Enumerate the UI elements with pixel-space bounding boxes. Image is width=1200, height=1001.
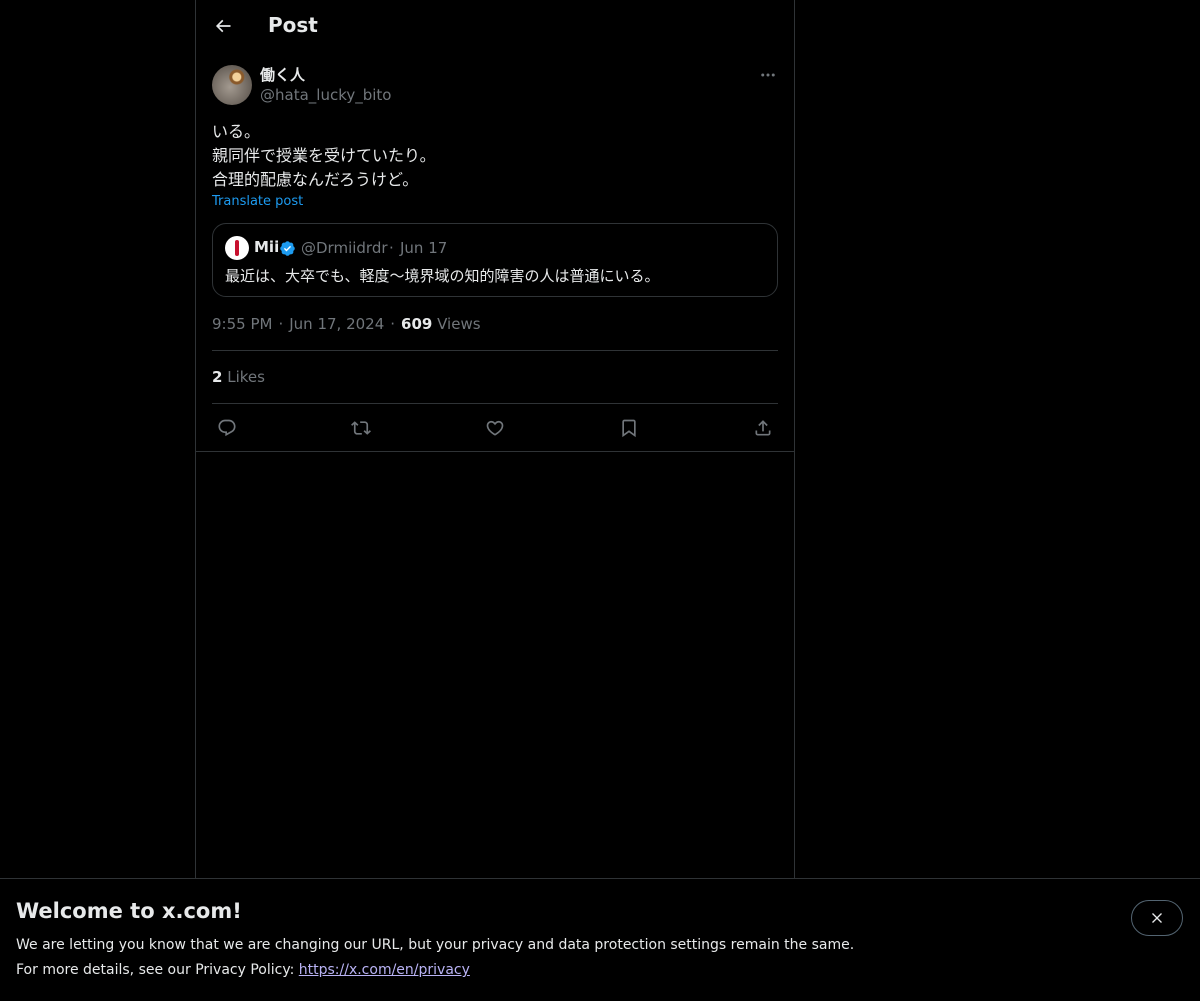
divider	[212, 403, 778, 404]
heart-icon	[486, 420, 504, 436]
arrow-left-icon	[215, 19, 231, 33]
verified-badge-icon	[280, 241, 295, 256]
privacy-policy-link[interactable]: https://x.com/en/privacy	[299, 962, 470, 978]
close-icon	[1152, 913, 1162, 923]
bookmark-button[interactable]	[615, 414, 643, 442]
quote-author-name: Mii	[254, 238, 280, 256]
reply-icon	[218, 419, 236, 437]
likes-label: Likes	[227, 368, 265, 386]
welcome-banner: Welcome to x.com! We are letting you kno…	[0, 878, 1200, 1001]
author-handle[interactable]: @hata_lucky_bito	[260, 86, 391, 104]
quote-author-handle: @Drmiidrdr	[301, 239, 388, 257]
views-label: Views	[437, 315, 481, 333]
reply-button[interactable]	[213, 414, 241, 442]
likes-count: 2	[212, 368, 223, 386]
post-text-line: いる。	[212, 122, 261, 141]
author-name[interactable]: 働く人	[260, 64, 305, 85]
quote-separator: ·	[389, 239, 394, 257]
banner-policy-line: For more details, see our Privacy Policy…	[16, 962, 470, 978]
more-icon	[761, 73, 775, 77]
post-date[interactable]: Jun 17, 2024	[289, 315, 384, 333]
close-banner-button[interactable]	[1131, 900, 1183, 936]
quote-date: Jun 17	[400, 239, 448, 257]
quote-avatar	[225, 236, 249, 260]
repost-icon	[351, 421, 371, 435]
repost-button[interactable]	[347, 414, 375, 442]
primary-column: Post 働く人 @hata_lucky_bito いる。 親同伴で授業を受けて…	[195, 0, 795, 878]
post-text: いる。 親同伴で授業を受けていたり。 合理的配慮なんだろうけど。	[212, 120, 778, 192]
translate-post-link[interactable]: Translate post	[212, 194, 303, 209]
likes-link[interactable]: 2 Likes	[212, 368, 265, 386]
quote-text: 最近は、大卒でも、軽度〜境界域の知的障害の人は普通にいる。	[225, 267, 660, 285]
page-title: Post	[268, 13, 318, 37]
more-options-button[interactable]	[756, 65, 780, 85]
meta-separator: ·	[390, 315, 396, 333]
back-button[interactable]	[206, 9, 240, 43]
banner-title: Welcome to x.com!	[16, 899, 242, 923]
post-text-line: 合理的配慮なんだろうけど。	[212, 170, 419, 189]
post-text-line: 親同伴で授業を受けていたり。	[212, 146, 436, 165]
action-bar	[212, 414, 778, 442]
views-count: 609	[401, 315, 433, 333]
avatar[interactable]	[212, 65, 252, 105]
meta-separator: ·	[278, 315, 284, 333]
divider	[196, 451, 794, 452]
divider	[212, 350, 778, 351]
like-button[interactable]	[481, 414, 509, 442]
share-button[interactable]	[749, 414, 777, 442]
bookmark-icon	[622, 419, 636, 438]
share-icon	[755, 420, 771, 436]
quoted-post[interactable]: Mii @Drmiidrdr · Jun 17 最近は、大卒でも、軽度〜境界域の…	[212, 223, 778, 297]
banner-policy-text: For more details, see our Privacy Policy…	[16, 962, 295, 978]
post-time[interactable]: 9:55 PM	[212, 315, 272, 333]
post-meta: 9:55 PM · Jun 17, 2024 · 609 Views	[212, 315, 481, 333]
post-header: Post	[196, 0, 794, 53]
banner-message: We are letting you know that we are chan…	[16, 937, 855, 953]
